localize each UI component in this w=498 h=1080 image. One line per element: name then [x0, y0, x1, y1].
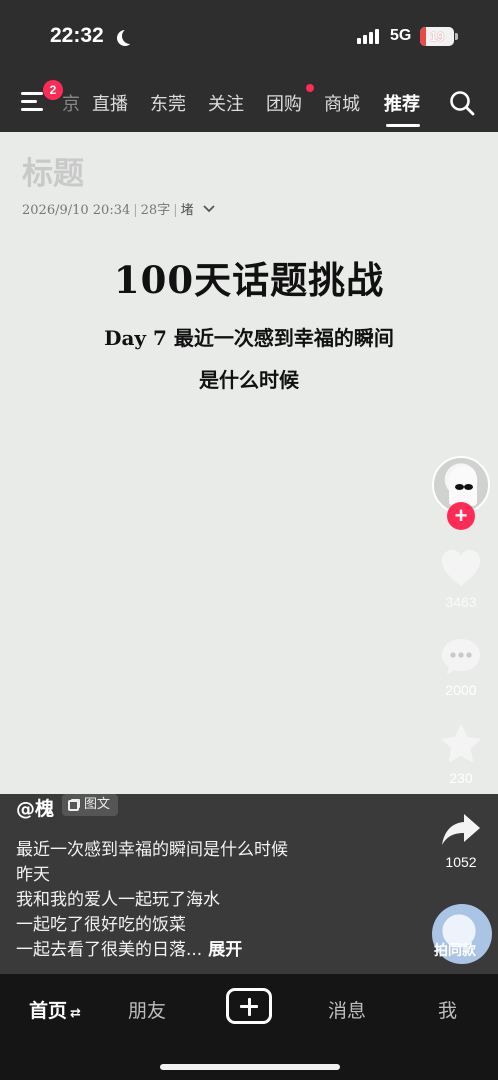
tab-mall[interactable]: 商城 [324, 90, 360, 116]
doc-title: 标题 [22, 156, 84, 192]
tab-live[interactable]: 直播 [92, 90, 128, 116]
search-icon[interactable] [449, 90, 475, 116]
tab-dongguan[interactable]: 东莞 [150, 90, 186, 116]
nav-messages[interactable]: 消息 [328, 996, 366, 1023]
subline-2: 是什么时候 [199, 368, 299, 392]
comment-button[interactable]: 2000 [428, 636, 494, 698]
favorite-count: 230 [449, 770, 473, 786]
nav-home-label: 首页 [29, 1000, 68, 1022]
bottom-nav: 首页 ⇄ 朋友 消息 我 [0, 974, 498, 1080]
active-tab-indicator [386, 124, 420, 127]
doc-meta: 2026/9/10 20:34 | 28字 | 堵 [22, 199, 216, 218]
status-time: 22:32 [50, 24, 104, 47]
ghost-eye [455, 484, 464, 490]
chevron-down-icon [203, 205, 215, 213]
expand-link[interactable]: 展开 [208, 940, 242, 960]
nav-home[interactable]: 首页 ⇄ [29, 996, 81, 1023]
comment-icon [442, 639, 480, 674]
follow-button[interactable]: + [447, 502, 475, 530]
share-button[interactable]: 1052 [428, 812, 494, 870]
favorite-button[interactable]: 230 [428, 724, 494, 786]
post-type-chip: 图文 [62, 794, 119, 816]
share-count: 1052 [445, 854, 477, 870]
share-arrow-icon [442, 814, 480, 845]
caption-line: 昨天 [16, 865, 50, 885]
same-style-label[interactable]: 拍同款 [434, 940, 476, 960]
comment-count: 2000 [445, 682, 477, 698]
author-name[interactable]: @槐 [16, 794, 54, 821]
battery-icon: 19 [420, 27, 454, 46]
tab-group-buy[interactable]: 团购 [266, 90, 302, 116]
caption-panel: @槐 图文 最近一次感到幸福的瞬间是什么时候 昨天 我和我的爱人一起玩了海水 一… [0, 794, 498, 974]
meta-chars: 28字 [140, 203, 171, 218]
battery-level: 19 [429, 29, 445, 44]
caption-line: 最近一次感到幸福的瞬间是什么时候 [16, 840, 288, 860]
subline-1: Day 7 最近一次感到幸福的瞬间 [104, 326, 394, 350]
meta-date: 2026/9/10 20:34 [22, 203, 131, 218]
nav-friends[interactable]: 朋友 [128, 996, 166, 1023]
home-indicator [160, 1064, 340, 1070]
caption-line-last: 一起去看了很美的日落... 展开 [16, 935, 242, 960]
nav-me[interactable]: 我 [438, 996, 457, 1023]
tab-recommend[interactable]: 推荐 [384, 90, 420, 116]
caption-line: 我和我的爱人一起玩了海水 [16, 890, 220, 910]
moon-icon [122, 28, 138, 44]
caption-line: 一起去看了很美的日落... [16, 940, 203, 960]
menu-icon[interactable] [21, 92, 45, 112]
like-button[interactable]: 3463 [428, 548, 494, 610]
star-icon [442, 725, 480, 762]
create-post-button[interactable] [226, 988, 272, 1024]
headline: 100天话题挑战 [113, 258, 385, 302]
heart-icon [442, 550, 480, 586]
meta-font: 堵 [180, 203, 194, 218]
plus-icon-v [247, 997, 251, 1016]
refresh-icon: ⇄ [70, 1006, 81, 1021]
network-label: 5G [390, 27, 412, 44]
image-text-icon [68, 799, 79, 811]
menu-badge: 2 [43, 80, 63, 100]
status-bar: 22:32 5G 19 [0, 0, 498, 72]
tab-notification-dot [306, 84, 314, 92]
tab-following[interactable]: 关注 [208, 90, 244, 116]
tab-jing[interactable]: 京 [62, 90, 80, 116]
post-type-label: 图文 [84, 797, 111, 812]
battery-tip [455, 33, 458, 40]
ghost-eye [464, 484, 473, 490]
caption-line: 一起吃了很好吃的饭菜 [16, 915, 186, 935]
top-nav: 2 京 直播 东莞 关注 团购 商城 推荐 [0, 72, 498, 132]
like-count: 3463 [445, 594, 477, 610]
signal-icon [357, 29, 379, 44]
post-image[interactable]: 标题 2026/9/10 20:34 | 28字 | 堵 100天话题挑战 Day 7 … [0, 132, 498, 794]
